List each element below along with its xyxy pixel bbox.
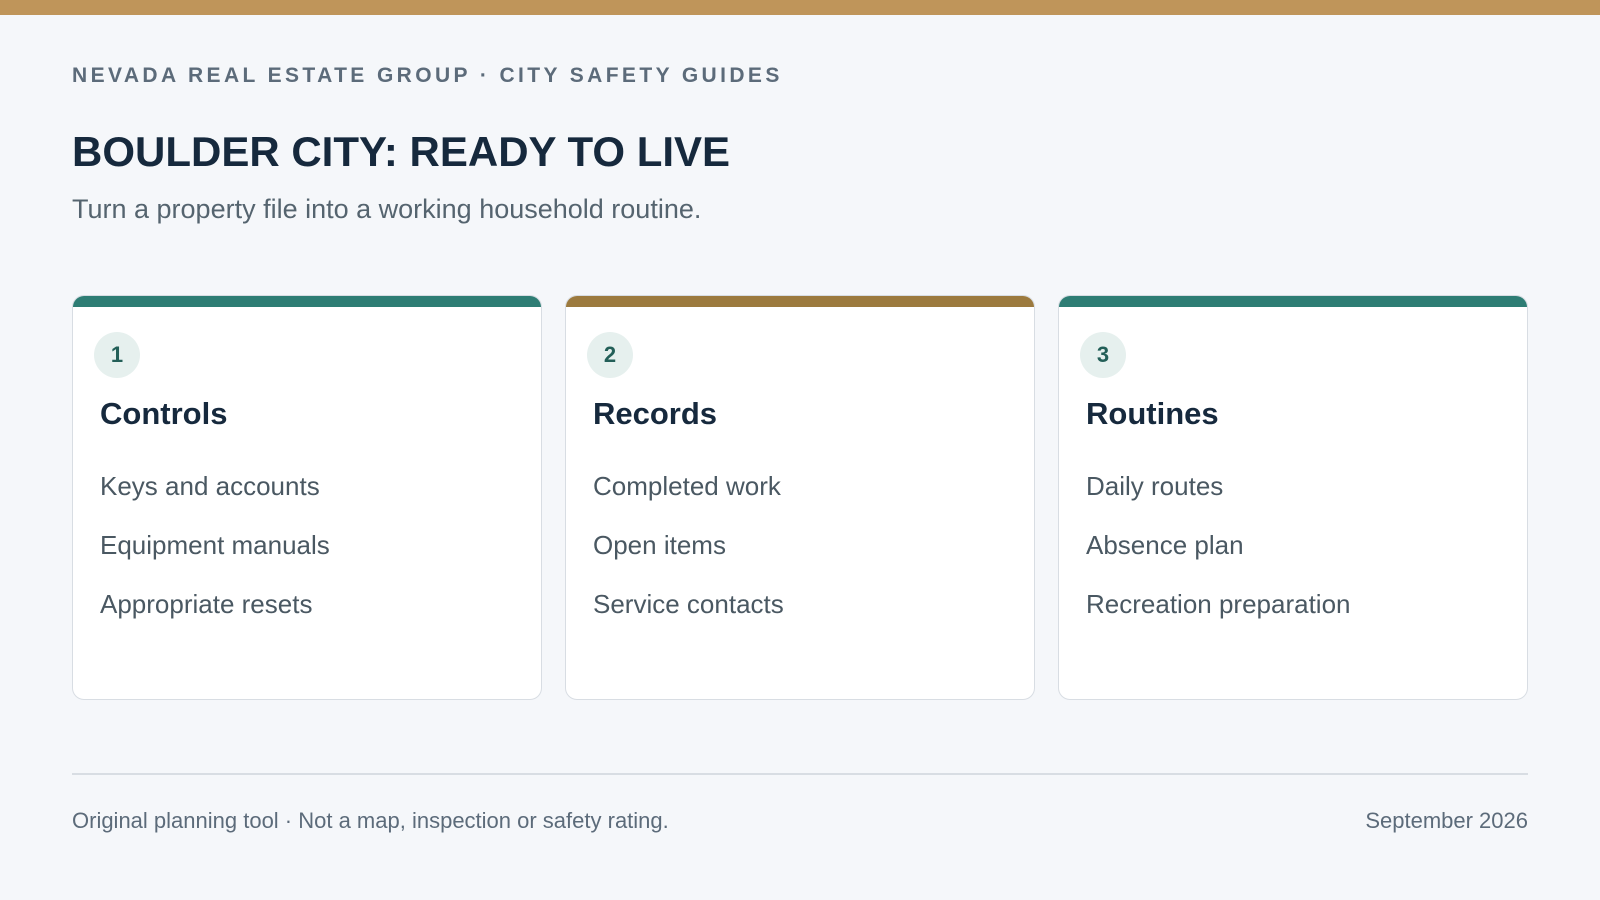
- step-number-badge: 2: [587, 332, 633, 378]
- card-item-list: Daily routes Absence plan Recreation pre…: [1086, 471, 1351, 648]
- card-title: Controls: [100, 396, 228, 431]
- eyebrow-label: NEVADA REAL ESTATE GROUP · CITY SAFETY G…: [72, 64, 783, 87]
- page-title: BOULDER CITY: READY TO LIVE: [72, 128, 731, 175]
- list-item: Equipment manuals: [100, 530, 330, 560]
- card-title: Records: [593, 396, 718, 431]
- list-item: Absence plan: [1086, 530, 1244, 560]
- page-subtitle: Turn a property file into a working hous…: [72, 194, 702, 224]
- list-item: Service contacts: [593, 589, 784, 619]
- card-item-list: Completed work Open items Service contac…: [593, 471, 784, 648]
- step-number-badge: 3: [1080, 332, 1126, 378]
- card-routines: 3 Routines Daily routes Absence plan Rec…: [1058, 295, 1528, 700]
- list-item: Appropriate resets: [100, 589, 313, 619]
- footer-date: September 2026: [1365, 808, 1528, 833]
- card-accent-bar: [566, 296, 1034, 307]
- card-records: 2 Records Completed work Open items Serv…: [565, 295, 1035, 700]
- list-item: Keys and accounts: [100, 471, 320, 501]
- card-item-list: Keys and accounts Equipment manuals Appr…: [100, 471, 330, 648]
- step-number-badge: 1: [94, 332, 140, 378]
- footer-divider: [72, 773, 1528, 775]
- card-controls: 1 Controls Keys and accounts Equipment m…: [72, 295, 542, 700]
- card-accent-bar: [73, 296, 541, 307]
- card-title: Routines: [1086, 396, 1219, 431]
- card-accent-bar: [1059, 296, 1527, 307]
- footer-disclaimer: Original planning tool · Not a map, insp…: [72, 808, 669, 833]
- list-item: Open items: [593, 530, 726, 560]
- card-group: 1 Controls Keys and accounts Equipment m…: [72, 295, 1528, 701]
- list-item: Completed work: [593, 471, 781, 501]
- top-accent-bar: [0, 0, 1600, 15]
- list-item: Recreation preparation: [1086, 589, 1351, 619]
- list-item: Daily routes: [1086, 471, 1224, 501]
